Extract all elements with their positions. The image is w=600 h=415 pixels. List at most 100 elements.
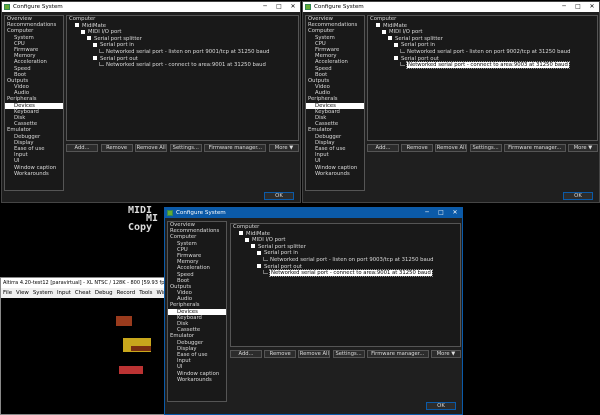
- minimize-button[interactable]: ─: [420, 208, 434, 218]
- emulator-screen[interactable]: [1, 298, 164, 414]
- firmware-manager-button[interactable]: Firmware manager...: [204, 144, 267, 152]
- expand-box-icon[interactable]: [257, 264, 261, 269]
- device-tree[interactable]: Computer MidiMate MIDI I/O port Serial port…: [66, 15, 299, 141]
- sidebar-item-workarounds[interactable]: Workarounds: [306, 171, 364, 177]
- settings-button[interactable]: Settings...: [169, 144, 202, 152]
- tree-connector-icon: [263, 270, 268, 275]
- expand-box-icon[interactable]: [257, 250, 261, 255]
- tree-node[interactable]: MIDI I/O port: [231, 237, 460, 244]
- more-button[interactable]: More ▼: [567, 144, 598, 152]
- sidebar-item-window-caption[interactable]: Window caption: [306, 165, 364, 171]
- expand-box-icon[interactable]: [245, 237, 249, 242]
- category-list[interactable]: Overview Recommendations Computer System CPU…: [4, 15, 64, 191]
- window-title: Configure System: [314, 4, 364, 10]
- sidebar-item-workarounds[interactable]: Workarounds: [168, 377, 226, 383]
- tree-node-label: Serial port out: [264, 263, 302, 270]
- tree-node[interactable]: Networked serial port - listen on port 9…: [231, 256, 460, 264]
- tree-node[interactable]: Computer: [67, 16, 298, 23]
- ok-button[interactable]: OK: [264, 192, 294, 200]
- tree-node[interactable]: Networked serial port - connect to area:…: [231, 269, 460, 278]
- category-list[interactable]: Overview Recommendations Computer System CPU…: [305, 15, 365, 191]
- tree-node[interactable]: Serial port splitter: [368, 36, 597, 43]
- menu-item-system[interactable]: System: [33, 290, 53, 296]
- remove-button[interactable]: Remove: [401, 144, 434, 152]
- menu-item-tools[interactable]: Tools: [139, 290, 152, 296]
- minimize-button[interactable]: ─: [557, 2, 571, 12]
- sidebar-item-window-caption[interactable]: Window caption: [168, 371, 226, 377]
- more-button[interactable]: More ▼: [430, 350, 461, 358]
- sidebar-item-workarounds[interactable]: Workarounds: [5, 171, 63, 177]
- tree-node-label: Serial port out: [401, 55, 439, 62]
- tree-node-label: Computer: [69, 16, 96, 22]
- menu-item-file[interactable]: File: [3, 290, 12, 296]
- emulator-window: Altirra 4.20-test12 [paravirtual] - XL N…: [0, 277, 165, 415]
- add-button[interactable]: Add...: [367, 144, 399, 152]
- menu-item-view[interactable]: View: [16, 290, 29, 296]
- menu-item-input[interactable]: Input: [57, 290, 71, 296]
- tree-node-label: MidiMate: [383, 22, 408, 29]
- expand-box-icon[interactable]: [394, 42, 398, 47]
- device-tree[interactable]: Computer MidiMate MIDI I/O port Serial port…: [230, 223, 461, 347]
- remove-button[interactable]: Remove: [264, 350, 297, 358]
- remove-all-button[interactable]: Remove All: [435, 144, 468, 152]
- close-button[interactable]: ✕: [286, 2, 300, 12]
- tree-node[interactable]: Networked serial port - connect to area:…: [368, 61, 597, 70]
- tree-node[interactable]: Serial port splitter: [67, 36, 298, 43]
- tree-node[interactable]: MIDI I/O port: [67, 29, 298, 36]
- device-tree[interactable]: Computer MidiMate MIDI I/O port Serial port…: [367, 15, 598, 141]
- expand-box-icon[interactable]: [239, 231, 243, 236]
- tree-node[interactable]: Computer: [231, 224, 460, 231]
- tree-connector-icon: [400, 48, 405, 53]
- add-button[interactable]: Add...: [230, 350, 262, 358]
- tree-node[interactable]: Serial port splitter: [231, 244, 460, 251]
- expand-box-icon[interactable]: [382, 29, 386, 34]
- close-button[interactable]: ✕: [585, 2, 599, 12]
- firmware-manager-button[interactable]: Firmware manager...: [366, 350, 429, 358]
- expand-box-icon[interactable]: [251, 244, 255, 249]
- tree-node[interactable]: Networked serial port - listen on port 9…: [368, 48, 597, 56]
- expand-box-icon[interactable]: [376, 23, 380, 28]
- remove-all-button[interactable]: Remove All: [135, 144, 168, 152]
- tree-node[interactable]: Serial port in: [231, 250, 460, 257]
- ok-button[interactable]: OK: [563, 192, 593, 200]
- configure-system-window-1: Configure System ─ □ ✕ Overview Recommendatio…: [1, 1, 301, 203]
- expand-box-icon[interactable]: [93, 42, 97, 47]
- menu-item-record[interactable]: Record: [117, 290, 136, 296]
- tree-connector-icon: [99, 62, 104, 67]
- tree-node[interactable]: MIDI I/O port: [368, 29, 597, 36]
- tree-node[interactable]: MidiMate: [231, 231, 460, 238]
- remove-all-button[interactable]: Remove All: [298, 350, 331, 358]
- more-button[interactable]: More ▼: [268, 144, 299, 152]
- minimize-button[interactable]: ─: [258, 2, 272, 12]
- tree-node[interactable]: Serial port out: [67, 56, 298, 63]
- maximize-button[interactable]: □: [571, 2, 585, 12]
- device-button-row: Add... Remove Remove All Settings... Firmwar…: [230, 350, 461, 358]
- tree-node[interactable]: Serial port in: [67, 42, 298, 49]
- remove-button[interactable]: Remove: [100, 144, 133, 152]
- maximize-button[interactable]: □: [272, 2, 286, 12]
- expand-box-icon[interactable]: [81, 29, 85, 34]
- maximize-button[interactable]: □: [434, 208, 448, 218]
- tree-node[interactable]: MidiMate: [368, 23, 597, 30]
- category-list[interactable]: Overview Recommendations Computer System CPU…: [167, 221, 227, 402]
- settings-button[interactable]: Settings...: [469, 144, 502, 152]
- menu-item-cheat[interactable]: Cheat: [75, 290, 91, 296]
- tree-node[interactable]: Networked serial port - connect to area:…: [67, 62, 298, 69]
- settings-button[interactable]: Settings...: [332, 350, 365, 358]
- expand-box-icon[interactable]: [87, 36, 91, 41]
- menu-item-debug[interactable]: Debug: [95, 290, 113, 296]
- tree-node[interactable]: MidiMate: [67, 23, 298, 30]
- ok-button[interactable]: OK: [426, 402, 456, 410]
- title-bar: Configure System ─ □ ✕: [2, 2, 300, 12]
- tree-node[interactable]: Networked serial port - listen on port 9…: [67, 48, 298, 56]
- tree-node[interactable]: Computer: [368, 16, 597, 23]
- sidebar-item-window-caption[interactable]: Window caption: [5, 165, 63, 171]
- expand-box-icon[interactable]: [394, 56, 398, 61]
- expand-box-icon[interactable]: [93, 56, 97, 61]
- firmware-manager-button[interactable]: Firmware manager...: [503, 144, 566, 152]
- expand-box-icon[interactable]: [388, 36, 392, 41]
- expand-box-icon[interactable]: [75, 23, 79, 28]
- close-button[interactable]: ✕: [448, 208, 462, 218]
- add-button[interactable]: Add...: [66, 144, 98, 152]
- tree-node[interactable]: Serial port in: [368, 42, 597, 49]
